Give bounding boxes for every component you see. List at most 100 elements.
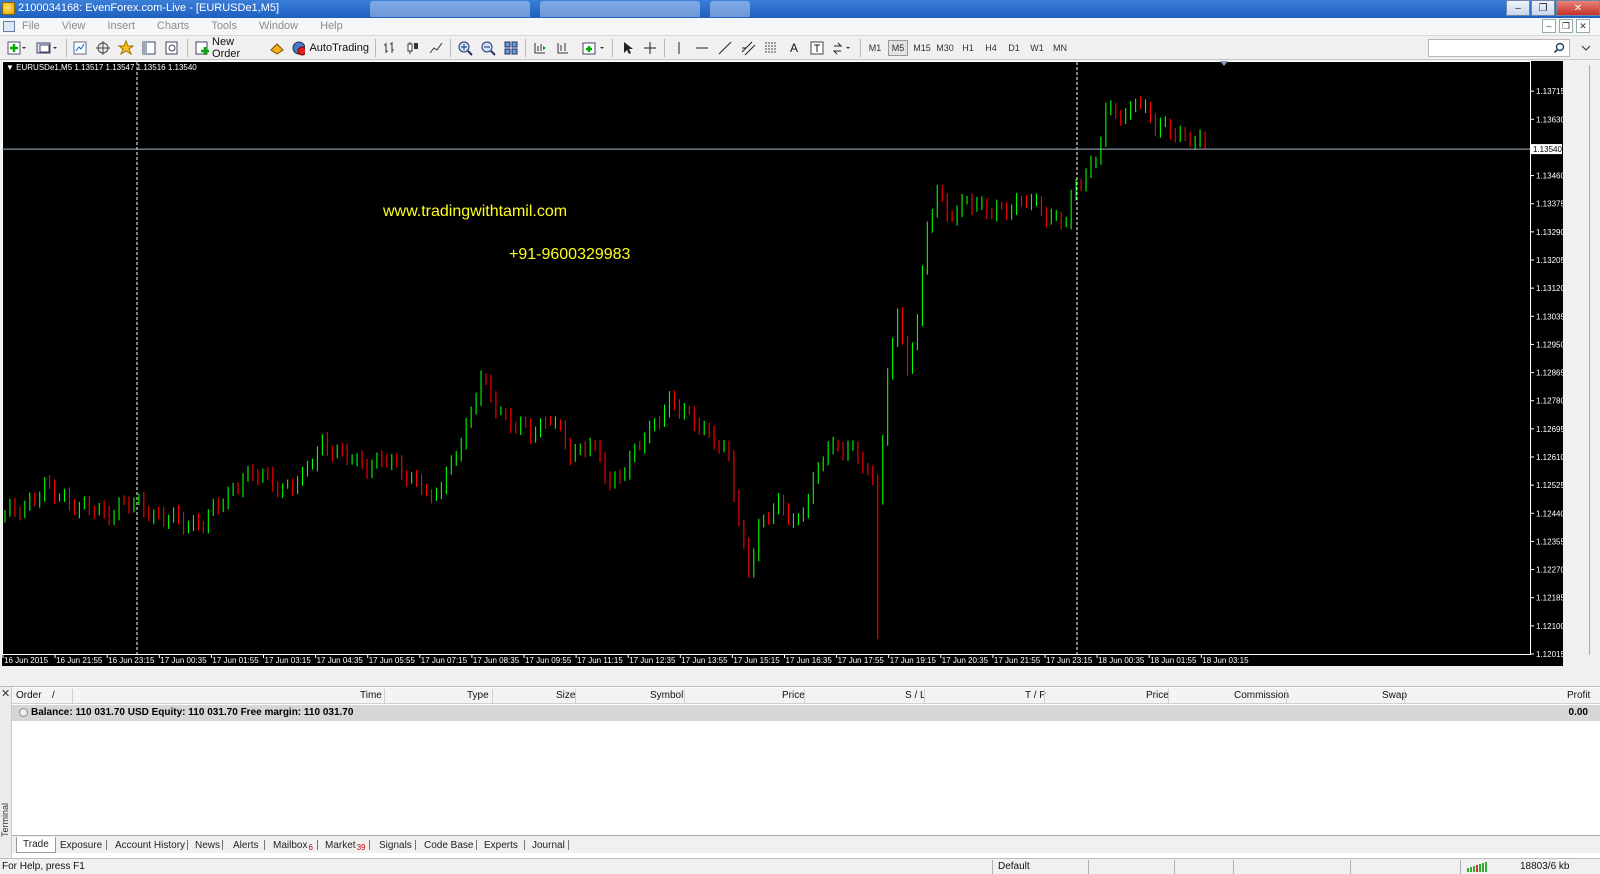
x-axis-tick-label: 17 Jun 16:35 <box>786 656 833 665</box>
x-axis-tick-label: 17 Jun 17:55 <box>838 656 885 665</box>
channel-icon <box>741 41 756 56</box>
y-axis-tick-label: 1.12185 <box>1536 594 1563 603</box>
text-label-button[interactable] <box>808 39 826 57</box>
zoom-out-button[interactable] <box>479 39 497 57</box>
search-input[interactable] <box>1428 39 1570 57</box>
terminal-button[interactable] <box>140 39 158 57</box>
fibonacci-button[interactable] <box>762 39 780 57</box>
status-bar: For Help, press F1 Default 18803/6 kb <box>0 858 1600 874</box>
x-axis-tick-label: 16 Jun 23:15 <box>108 656 155 665</box>
y-axis-tick-label: 1.12100 <box>1536 622 1563 631</box>
balance-summary-row[interactable]: Balance: 110 031.70 USD Equity: 110 031.… <box>12 705 1600 721</box>
column-take-profit[interactable]: T / P <box>1025 690 1046 701</box>
new-order-button[interactable]: New Order <box>194 36 262 60</box>
data-window-button[interactable] <box>94 39 112 57</box>
vertical-line-button[interactable] <box>670 39 688 57</box>
horizontal-line-button[interactable] <box>693 39 711 57</box>
tab-exposure[interactable]: Exposure <box>60 837 102 853</box>
indicators-button[interactable] <box>580 39 608 57</box>
column-current-price[interactable]: Price <box>1146 690 1169 701</box>
timeframe-m5[interactable]: M5 <box>888 40 908 56</box>
terminal-panel: ✕ Terminal Order / Time Type Size Symbol… <box>0 686 1600 859</box>
new-chart-button[interactable] <box>4 39 28 57</box>
mdi-minimize-button[interactable]: – <box>1542 19 1556 33</box>
trendline-button[interactable] <box>716 39 734 57</box>
tab-trade[interactable]: Trade <box>16 837 56 853</box>
tab-code-base[interactable]: Code Base <box>424 837 473 853</box>
tab-account-history[interactable]: Account History <box>115 837 185 853</box>
meta-editor-icon <box>270 43 284 55</box>
menu-window[interactable]: Window <box>259 20 298 32</box>
toolbar-overflow-button[interactable] <box>1578 39 1594 57</box>
timeframe-h4[interactable]: H4 <box>981 40 1001 56</box>
meta-editor-button[interactable] <box>268 39 286 57</box>
arrows-button[interactable] <box>830 39 854 57</box>
candlestick-chart-button[interactable] <box>404 39 422 57</box>
background-window-tab[interactable] <box>370 1 530 17</box>
strategy-tester-button[interactable] <box>163 39 181 57</box>
market-watch-button[interactable] <box>71 39 89 57</box>
terminal-close-icon[interactable]: ✕ <box>1 687 10 700</box>
column-time[interactable]: Time <box>360 690 382 701</box>
tab-market[interactable]: Market 39 <box>325 837 365 853</box>
column-type[interactable]: Type <box>467 690 489 701</box>
cursor-tool-button[interactable] <box>618 39 636 57</box>
tab-alerts[interactable]: Alerts <box>233 837 259 853</box>
menu-help[interactable]: Help <box>320 20 343 32</box>
menu-tools[interactable]: Tools <box>211 20 237 32</box>
autotrading-button[interactable]: AutoTrading <box>291 39 369 57</box>
profiles-button[interactable] <box>34 39 60 57</box>
column-stop-loss[interactable]: S / L <box>905 690 926 701</box>
tab-code-base-label: Code Base <box>424 839 474 851</box>
search-icon <box>1553 42 1565 54</box>
line-chart-button[interactable] <box>427 39 445 57</box>
tab-journal[interactable]: Journal <box>532 837 565 853</box>
timeframe-m15[interactable]: M15 <box>912 40 932 56</box>
timeframe-w1[interactable]: W1 <box>1027 40 1047 56</box>
menu-charts[interactable]: Charts <box>157 20 189 32</box>
navigator-button[interactable] <box>117 39 135 57</box>
column-profit[interactable]: Profit <box>1567 690 1590 701</box>
menu-insert[interactable]: Insert <box>107 20 135 32</box>
price-chart[interactable]: 1.13715 1.13630 1.13460 1.13375 1.13290 1.132… <box>2 61 1563 666</box>
x-axis-tick-label: 17 Jun 07:15 <box>421 656 468 665</box>
zoom-in-button[interactable] <box>456 39 474 57</box>
menu-file[interactable]: File <box>22 20 40 32</box>
tab-experts[interactable]: Experts <box>484 837 518 853</box>
market-badge: 39 <box>356 842 366 852</box>
background-window-tab[interactable] <box>710 1 750 17</box>
bar-chart-button[interactable] <box>381 39 399 57</box>
auto-scroll-button[interactable] <box>554 39 572 57</box>
crosshair-tool-button[interactable] <box>641 39 659 57</box>
background-window-tab[interactable] <box>540 1 700 17</box>
mdi-restore-button[interactable]: ❐ <box>1559 19 1573 33</box>
tab-signals[interactable]: Signals <box>379 837 412 853</box>
close-window-button[interactable]: ✕ <box>1556 0 1600 16</box>
mdi-close-button[interactable]: ✕ <box>1576 19 1590 33</box>
tab-mailbox[interactable]: Mailbox 6 <box>273 837 313 853</box>
tile-windows-button[interactable] <box>502 39 520 57</box>
column-order[interactable]: Order <box>16 690 42 701</box>
column-size[interactable]: Size <box>556 690 575 701</box>
timeframe-d1[interactable]: D1 <box>1004 40 1024 56</box>
y-axis-tick-label: 1.12695 <box>1536 425 1563 434</box>
column-sort-indicator[interactable]: / <box>52 690 55 701</box>
column-price[interactable]: Price <box>782 690 805 701</box>
timeframe-h1[interactable]: H1 <box>958 40 978 56</box>
tab-news[interactable]: News <box>195 837 220 853</box>
maximize-window-button[interactable]: ❐ <box>1531 0 1555 16</box>
timeframe-mn[interactable]: MN <box>1050 40 1070 56</box>
menu-view[interactable]: View <box>62 20 86 32</box>
chart-shift-button[interactable] <box>531 39 549 57</box>
timeframe-m30[interactable]: M30 <box>935 40 955 56</box>
timeframe-m1[interactable]: M1 <box>865 40 885 56</box>
column-commission[interactable]: Commission <box>1234 690 1289 701</box>
minimize-window-button[interactable]: – <box>1506 0 1530 16</box>
new-order-label: New Order <box>212 36 241 60</box>
text-tool-button[interactable]: A <box>785 39 803 57</box>
equidistant-channel-button[interactable] <box>739 39 757 57</box>
x-axis-tick-label: 17 Jun 21:55 <box>994 656 1041 665</box>
document-menu-icon[interactable] <box>3 21 15 32</box>
chart-dropdown-icon[interactable]: ▼ <box>6 63 14 72</box>
column-symbol[interactable]: Symbol <box>650 690 683 701</box>
